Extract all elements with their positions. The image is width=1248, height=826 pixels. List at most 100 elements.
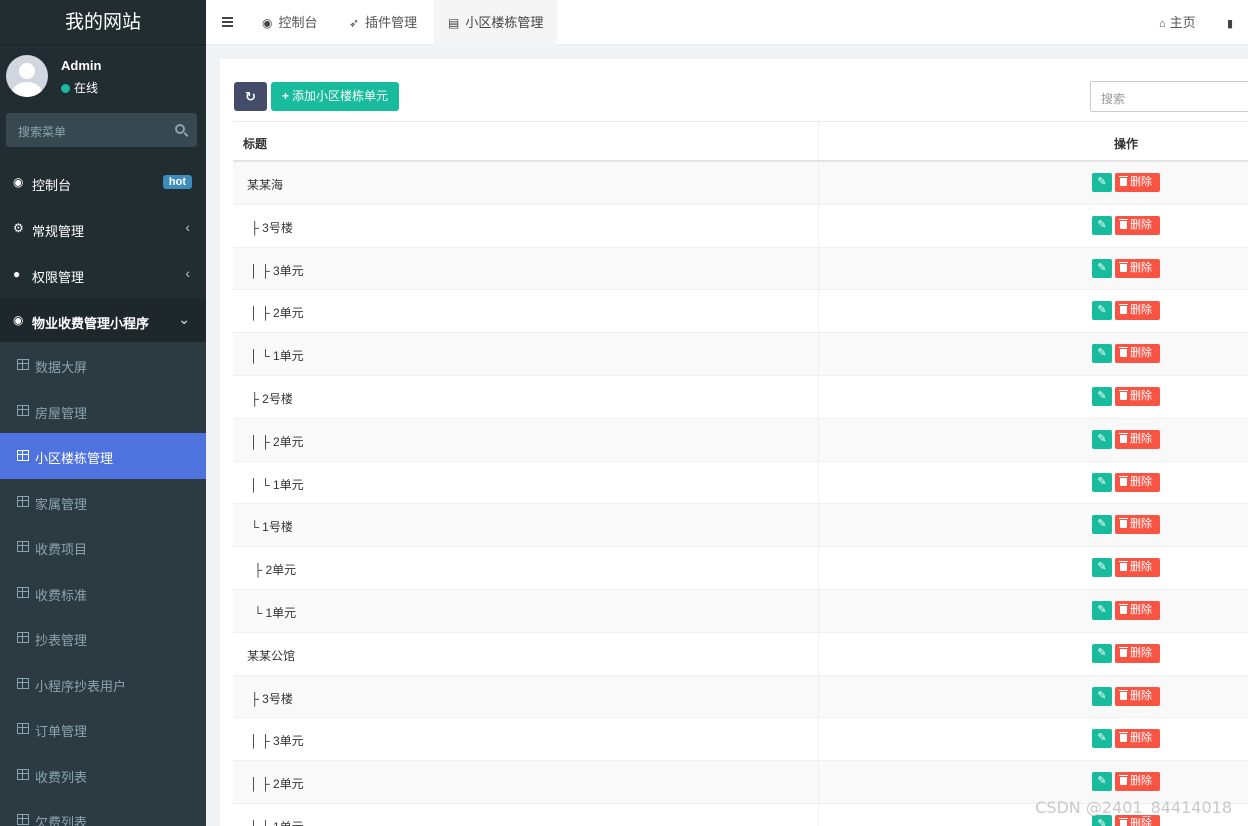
sidebar-subitem[interactable]: 欠费列表 (0, 797, 206, 826)
edit-button[interactable]: ✎ (1092, 429, 1112, 449)
pencil-icon: ✎ (1097, 561, 1107, 574)
table-row: └ 1单元 ✎ 删除 (233, 589, 1248, 633)
delete-button[interactable]: 删除 (1115, 686, 1160, 706)
site-title[interactable]: 我的网站 (0, 0, 206, 45)
trash-icon (1119, 775, 1128, 786)
delete-button[interactable]: 删除 (1115, 772, 1160, 792)
row-title: 某某海 (247, 178, 284, 192)
table-row: │ ├ 2单元 ✎ 删除 (233, 418, 1248, 462)
edit-button[interactable]: ✎ (1092, 686, 1112, 706)
sidebar-item-property[interactable]: ◉ 物业收费管理小程序 ⌄ (0, 298, 206, 342)
add-building-button[interactable]: + 添加小区楼栋单元 (271, 82, 400, 111)
tab-building-management[interactable]: ▤ 小区楼栋管理 (434, 0, 558, 45)
pencil-icon: ✎ (1097, 732, 1107, 745)
refresh-icon: ↻ (245, 89, 256, 104)
delete-button[interactable]: 删除 (1115, 600, 1160, 620)
edit-button[interactable]: ✎ (1092, 729, 1112, 749)
plus-icon: + (282, 89, 290, 103)
edit-button[interactable]: ✎ (1092, 301, 1112, 321)
home-link[interactable]: ⌂ 主页 (1159, 0, 1196, 45)
rocket-icon: ➶ (349, 16, 360, 30)
sidebar-subitem[interactable]: 抄表管理 (0, 615, 206, 661)
edit-button[interactable]: ✎ (1092, 215, 1112, 235)
sidebar-item-dashboard[interactable]: ◉ 控制台 hot (0, 160, 206, 206)
row-title: │ ├ 3单元 (247, 263, 304, 278)
delete-button[interactable]: 删除 (1115, 215, 1160, 235)
row-title: ├ 3号楼 (247, 691, 293, 706)
search-icon[interactable] (175, 124, 185, 134)
sidebar-subitem[interactable]: 小程序抄表用户 (0, 661, 206, 707)
table-row: ├ 3号楼 ✎ 删除 (233, 675, 1248, 719)
column-title[interactable]: 标题 (243, 135, 267, 152)
pencil-icon: ✎ (1097, 261, 1107, 274)
sidebar: 我的网站 Admin 在线 搜索菜单 ◉ 控制台 hot ⚙ 常规管理 ‹ ● … (0, 0, 206, 826)
list-alt-icon (17, 768, 29, 780)
delete-button[interactable]: 删除 (1115, 258, 1160, 278)
edit-button[interactable]: ✎ (1092, 643, 1112, 663)
delete-button[interactable]: 删除 (1115, 729, 1160, 749)
menu-search-input[interactable]: 搜索菜单 (6, 113, 197, 147)
pencil-icon: ✎ (1097, 518, 1107, 531)
menu-toggle-icon[interactable] (222, 17, 233, 27)
trash-icon (1119, 689, 1128, 700)
delete-button[interactable]: 删除 (1115, 515, 1160, 535)
trash-icon (1119, 475, 1128, 486)
avatar (6, 55, 48, 97)
tab-dashboard[interactable]: ◉ 控制台 (248, 0, 332, 45)
table-row: 某某公馆 ✎ 删除 (233, 632, 1248, 676)
delete-button[interactable]: 删除 (1115, 429, 1160, 449)
edit-button[interactable]: ✎ (1092, 515, 1112, 535)
delete-button[interactable]: 删除 (1115, 301, 1160, 321)
delete-button[interactable]: 删除 (1115, 643, 1160, 663)
clear-cache-link[interactable]: ▮清 (1227, 0, 1248, 77)
sidebar-subitem[interactable]: 家属管理 (0, 479, 206, 525)
edit-button[interactable]: ✎ (1092, 558, 1112, 578)
table-search-input[interactable]: 搜索 (1090, 81, 1248, 112)
sidebar-item-auth[interactable]: ● 权限管理 ‹ (0, 252, 206, 298)
table-row: │ └ 1单元 ✎ 删除 (233, 333, 1248, 376)
delete-button[interactable]: 删除 (1115, 173, 1160, 192)
user-panel: Admin 在线 (0, 45, 206, 105)
edit-button[interactable]: ✎ (1092, 173, 1112, 192)
row-title: │ ├ 2单元 (247, 434, 304, 449)
table-row: │ ├ 2单元 ✎ 删除 (233, 290, 1248, 334)
edit-button[interactable]: ✎ (1092, 386, 1112, 406)
delete-button[interactable]: 删除 (1115, 472, 1160, 492)
table-icon (17, 359, 29, 370)
table-header: 标题 操作 (233, 121, 1248, 162)
dashboard-icon: ◉ (13, 175, 24, 189)
sidebar-subitem[interactable]: 收费标准 (0, 570, 206, 616)
row-title: ├ 2单元 (247, 563, 297, 578)
trash-icon (1119, 646, 1128, 657)
chevron-down-icon: ⌄ (178, 311, 190, 327)
edit-button[interactable]: ✎ (1092, 772, 1112, 792)
trash-icon (1119, 817, 1128, 826)
table-row: ├ 2号楼 ✎ 删除 (233, 375, 1248, 419)
sidebar-menu: ◉ 控制台 hot ⚙ 常规管理 ‹ ● 权限管理 ‹ ◉ 物业收费管理小程序 … (0, 160, 206, 826)
edit-button[interactable]: ✎ (1092, 344, 1112, 364)
table-icon (17, 632, 29, 643)
edit-button[interactable]: ✎ (1092, 472, 1112, 492)
delete-button[interactable]: 删除 (1115, 558, 1160, 578)
table-row: ├ 3号楼 ✎ 删除 (233, 204, 1248, 248)
sidebar-subitem[interactable]: 收费列表 (0, 752, 206, 798)
chevron-left-icon: ‹ (185, 265, 190, 281)
delete-button[interactable]: 删除 (1115, 344, 1160, 364)
edit-button[interactable]: ✎ (1092, 258, 1112, 278)
online-dot-icon (61, 84, 70, 93)
sidebar-subitem[interactable]: 数据大屏 (0, 342, 206, 388)
edit-button[interactable]: ✎ (1092, 600, 1112, 620)
sidebar-subitem[interactable]: 收费项目 (0, 524, 206, 570)
sidebar-item-general[interactable]: ⚙ 常规管理 ‹ (0, 206, 206, 252)
sidebar-subitem[interactable]: 小区楼栋管理 (0, 433, 206, 479)
dashboard-icon: ◉ (13, 313, 24, 327)
list-alt-icon (17, 814, 29, 825)
sidebar-subitem[interactable]: 订单管理 (0, 706, 206, 752)
delete-button[interactable]: 删除 (1115, 386, 1160, 406)
refresh-button[interactable]: ↻ (234, 82, 267, 111)
tab-plugins[interactable]: ➶ 插件管理 (335, 0, 431, 45)
sidebar-subitem[interactable]: 房屋管理 (0, 388, 206, 434)
list-alt-icon (17, 450, 29, 461)
top-navbar: ◉控制台 ➶插件管理 ▤小区楼栋管理 ⌂主页 ▮清 (206, 0, 1248, 77)
hot-badge: hot (162, 175, 192, 189)
